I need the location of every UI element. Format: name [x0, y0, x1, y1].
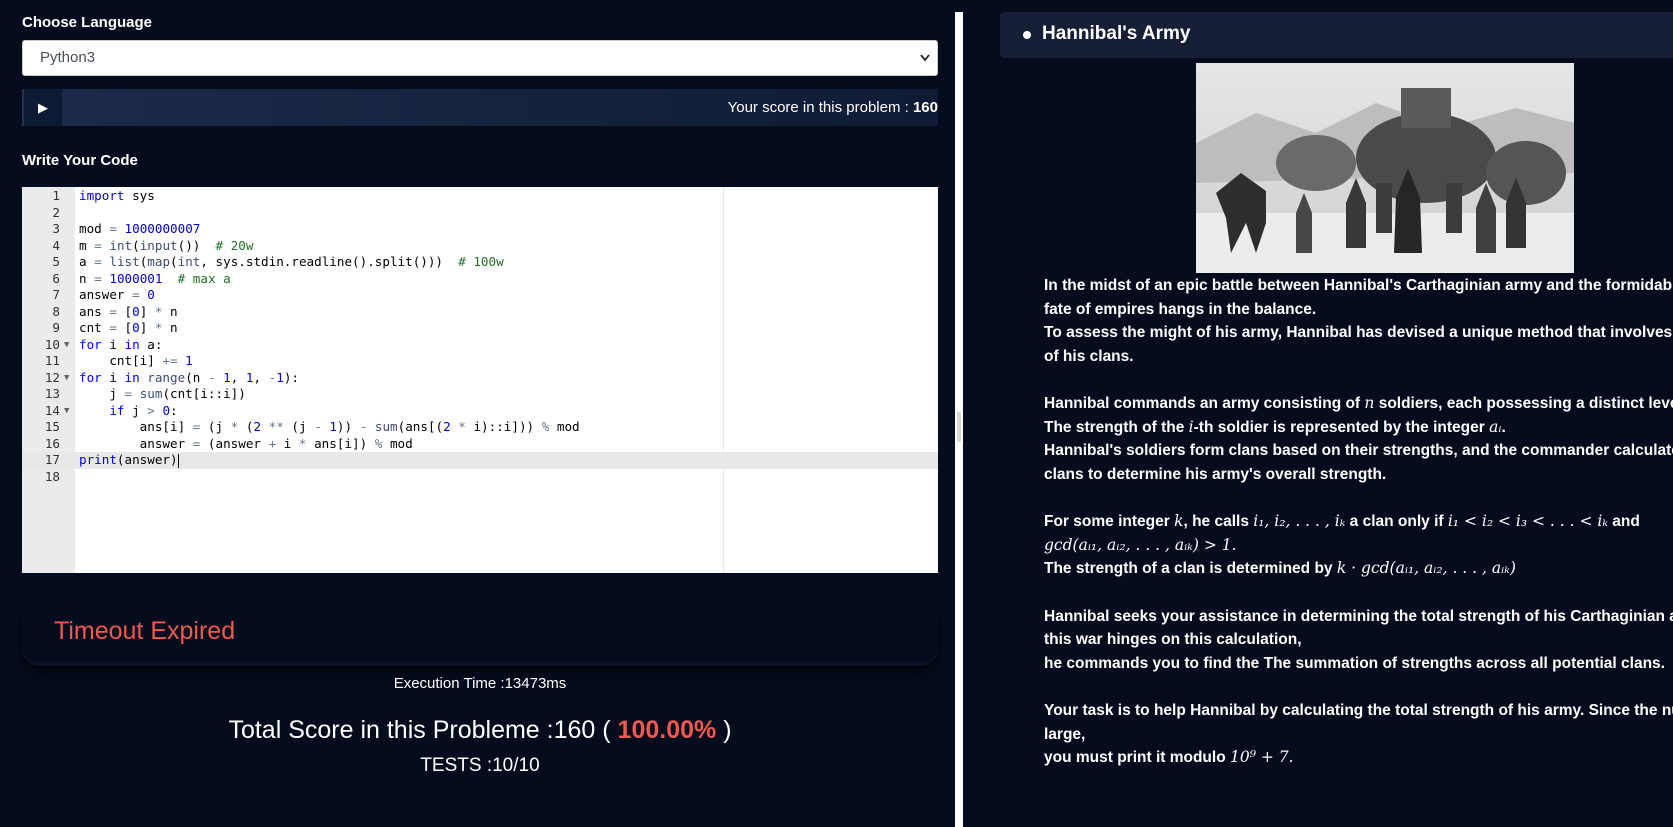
total-score-suffix: )	[723, 716, 732, 744]
text-segment: The strength of the	[1044, 418, 1189, 436]
code-line: 8 ans = [0] * n	[52, 303, 178, 319]
statement-line: Hannibal's soldiers form clans based on …	[1044, 442, 1673, 459]
text-segment: The strength of a clan is determined by	[1044, 560, 1337, 577]
fold-arrow-icon[interactable]: ▼	[64, 337, 69, 354]
text-segment: a clan only if	[1345, 513, 1448, 530]
text-segment: , he calls	[1183, 513, 1254, 530]
code-line: 2	[52, 204, 60, 220]
statement-line: this war hinges on this calculation,	[1044, 631, 1302, 648]
play-icon: ▶	[38, 100, 48, 115]
statement-line: of his clans.	[1044, 347, 1134, 365]
statement-line: large,	[1044, 725, 1086, 743]
fold-arrow-icon[interactable]: ▼	[64, 403, 69, 420]
total-score-percent: 100.00%	[617, 716, 717, 744]
statement-line: The strength of a clan is determined by …	[1044, 557, 1673, 581]
problem-score: Your score in this problem : 160	[62, 89, 938, 126]
language-selected-value: Python3	[40, 49, 96, 66]
text-segment: and	[1607, 513, 1640, 530]
math-n: n	[1364, 394, 1375, 412]
code-line: 13 j = sum(cnt[i::i])	[44, 386, 246, 401]
execution-time: Execution Time :13473ms	[393, 675, 567, 692]
math-modulo: 10⁹ + 7.	[1230, 748, 1294, 766]
code-line: 4m = int(input()) # 20w	[52, 237, 254, 253]
math-ai: aᵢ	[1489, 417, 1502, 436]
text-segment: -th soldier is represented by the intege…	[1193, 418, 1490, 436]
problem-illustration	[1196, 63, 1574, 273]
total-score: Total Score in this Probleme :160 ( 100.…	[22, 716, 938, 745]
language-select[interactable]: Python3	[22, 40, 938, 76]
code-line: 10 ▼ for i in a:	[44, 336, 163, 354]
score-value: 160	[912, 99, 938, 116]
result-status: Timeout Expired	[54, 617, 236, 645]
code-line: 11 cnt[i] += 1	[44, 353, 193, 368]
run-button[interactable]: ▶	[22, 89, 62, 126]
code-editor[interactable]: 1 import sys 2 3 mod = 1000000007 4m = int…	[22, 187, 938, 573]
math-ordering: i₁ < i₂ < i₃ < . . . < iₖ	[1447, 512, 1608, 530]
statement-line: gcd(aᵢ₁, aᵢ₂, . . . , aᵢₖ) > 1.	[1044, 534, 1673, 558]
statement-line: clans to determine his army's overall st…	[1044, 465, 1387, 483]
problem-title-bar: Hannibal's Army	[1000, 12, 1673, 58]
editor-panel: Choose Language Python3 ▶ Your score in …	[0, 0, 960, 827]
tests-count: TESTS :10/10	[420, 755, 540, 776]
statement-line: Your task is to help Hannibal by calcula…	[1044, 702, 1673, 719]
statement-line: he commands you to find the The summatio…	[1044, 654, 1665, 672]
statement-line: you must print it modulo 10⁹ + 7.	[1044, 746, 1673, 770]
code-line-active: 17 print(answer)	[22, 452, 938, 469]
text-segment: Hannibal commands an army consisting of	[1044, 395, 1365, 412]
language-label: Choose Language	[22, 14, 153, 31]
panel-splitter[interactable]	[955, 12, 963, 827]
score-label: Your score in this problem :	[727, 99, 909, 116]
statement-line: In the midst of an epic battle between H…	[1044, 277, 1673, 294]
code-line: 7 answer = 0	[52, 287, 155, 302]
fold-arrow-icon[interactable]: ▼	[64, 370, 69, 387]
code-label: Write Your Code	[22, 152, 138, 169]
statement-line: To assess the might of his army, Hanniba…	[1044, 324, 1673, 341]
code-line: 15 ans[i] = (j * (2 ** (j - 1)) - sum(an…	[44, 419, 580, 434]
math-gcd-condition: gcd(aᵢ₁, aᵢ₂, . . . , aᵢₖ) > 1.	[1044, 535, 1237, 554]
chevron-down-icon	[919, 41, 931, 88]
problem-title: Hannibal's Army	[1042, 23, 1191, 44]
code-line: 6n = 1000001 # max a	[52, 270, 231, 286]
math-strength: k · gcd(aᵢ₁, aᵢ₂, . . . , aᵢₖ)	[1336, 559, 1516, 577]
code-line: 16 answer = (answer + i * ans[i]) % mod	[44, 435, 413, 451]
code-line: 1 import sys	[52, 188, 155, 203]
math-indices: i₁, i₂, . . . , iₖ	[1253, 512, 1346, 530]
statement-line: Hannibal seeks your assistance in determ…	[1044, 607, 1673, 625]
text-cursor	[177, 453, 179, 468]
text-segment: .	[1501, 418, 1506, 436]
text-segment: For some integer	[1044, 513, 1175, 530]
splitter-grip[interactable]	[957, 412, 961, 442]
result-status-card: Timeout Expired	[22, 603, 938, 666]
code-line: 3 mod = 1000000007	[52, 221, 201, 236]
code-line: 14 ▼ if j > 0:	[44, 402, 178, 420]
problem-statement: In the midst of an epic battle between H…	[1044, 274, 1673, 770]
bullet-icon	[1023, 31, 1031, 39]
code-line: 9 cnt = [0] * n	[52, 320, 178, 335]
text-segment: soldiers, each possessing a distinct lev…	[1378, 395, 1673, 412]
statement-line: Hannibal commands an army consisting of …	[1044, 392, 1673, 416]
code-line: 12 ▼ for i in range(n - 1, 1, -1):	[44, 369, 300, 387]
statement-line: The strength of the i-th soldier is repr…	[1044, 416, 1673, 440]
statement-line: fate of empires hangs in the balance.	[1044, 300, 1317, 318]
code-line: 18	[44, 468, 60, 484]
code-line: 5a = list(map(int, sys.stdin.readline().…	[52, 254, 504, 269]
statement-line: For some integer k, he calls i₁, i₂, . .…	[1044, 510, 1673, 534]
text-segment: you must print it modulo	[1044, 749, 1230, 766]
run-bar: ▶ Your score in this problem : 160	[22, 89, 938, 126]
total-score-prefix: Total Score in this Probleme :160 (	[228, 716, 611, 744]
problem-panel: Hannibal's Army In the midst of an epic …	[963, 0, 1673, 827]
